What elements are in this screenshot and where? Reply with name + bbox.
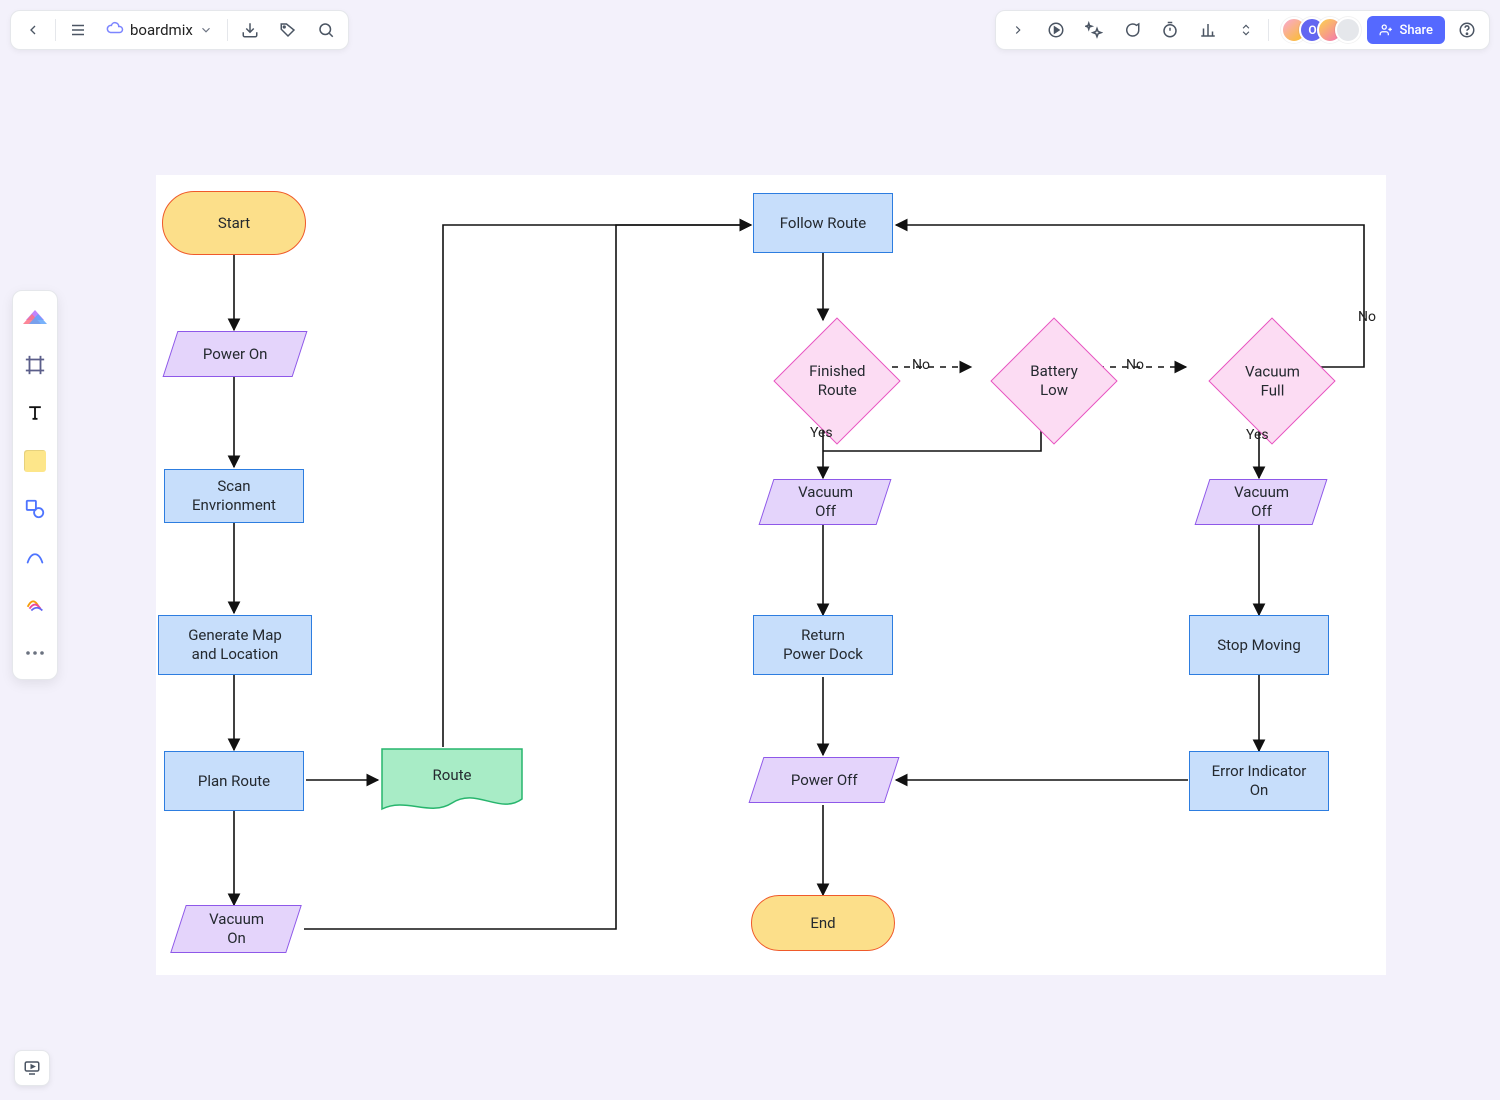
node-finished-route[interactable]: Finished Route [773, 317, 900, 444]
edge-label-no: No [912, 357, 930, 373]
expand-button[interactable] [1002, 14, 1034, 46]
node-vacuum-full[interactable]: Vacuum Full [1208, 317, 1335, 444]
node-start[interactable]: Start [162, 191, 306, 255]
node-vacuum-off-right[interactable]: Vacuum Off [1195, 479, 1328, 525]
node-power-off[interactable]: Power Off [749, 757, 900, 803]
node-label: Follow Route [780, 214, 866, 233]
presentation-button[interactable] [14, 1050, 50, 1086]
node-label: Return Power Dock [783, 626, 863, 664]
node-end[interactable]: End [751, 895, 895, 951]
node-label: Route [433, 766, 472, 785]
more-tools[interactable] [17, 635, 53, 671]
connector-tool[interactable] [17, 539, 53, 575]
divider [227, 19, 228, 41]
divider [55, 19, 56, 41]
timer-button[interactable] [1154, 14, 1186, 46]
share-label: Share [1399, 23, 1433, 38]
node-label: Power Off [791, 771, 858, 790]
document-title-text: boardmix [130, 21, 193, 39]
search-button[interactable] [310, 14, 342, 46]
comment-button[interactable] [1116, 14, 1148, 46]
node-battery-low[interactable]: Battery Low [990, 317, 1117, 444]
connectors [156, 175, 1386, 975]
node-stop-moving[interactable]: Stop Moving [1189, 615, 1329, 675]
node-error-indicator[interactable]: Error Indicator On [1189, 751, 1329, 811]
node-label: Vacuum Off [798, 483, 853, 521]
node-power-on[interactable]: Power On [163, 331, 308, 377]
mindmap-tool[interactable] [17, 587, 53, 623]
topbar-right: O Share [995, 10, 1490, 50]
node-vacuum-on[interactable]: Vacuum On [170, 905, 302, 953]
node-label: Vacuum Full [1245, 362, 1300, 400]
topbar-left: boardmix [10, 10, 349, 50]
node-label: Finished Route [809, 362, 865, 400]
node-generate-map[interactable]: Generate Map and Location [158, 615, 312, 675]
help-button[interactable] [1451, 14, 1483, 46]
document-title[interactable]: boardmix [100, 19, 221, 41]
node-label: Plan Route [198, 772, 270, 791]
node-label: Vacuum Off [1234, 483, 1289, 521]
download-button[interactable] [234, 14, 266, 46]
sparkle-button[interactable] [1078, 14, 1110, 46]
select-tool[interactable] [17, 299, 53, 335]
edge-label-no: No [1126, 357, 1144, 373]
node-route[interactable]: Route [380, 747, 524, 817]
play-button[interactable] [1040, 14, 1072, 46]
chevron-down-icon [199, 23, 213, 37]
node-label: Vacuum On [209, 910, 264, 948]
node-plan-route[interactable]: Plan Route [164, 751, 304, 811]
node-label: Stop Moving [1217, 636, 1301, 655]
node-label: Error Indicator On [1212, 762, 1307, 800]
chart-button[interactable] [1192, 14, 1224, 46]
more-button[interactable] [1230, 14, 1262, 46]
divider [1268, 19, 1269, 41]
edge-label-no: No [1358, 309, 1376, 325]
avatar[interactable] [1335, 17, 1361, 43]
back-button[interactable] [17, 14, 49, 46]
menu-button[interactable] [62, 14, 94, 46]
shape-tool[interactable] [17, 491, 53, 527]
node-label: Battery Low [1030, 362, 1078, 400]
node-label: Power On [203, 345, 268, 364]
node-label: End [810, 914, 835, 933]
node-return-dock[interactable]: Return Power Dock [753, 615, 893, 675]
node-label: Start [218, 214, 250, 233]
cloud-sync-icon [106, 19, 124, 41]
canvas[interactable]: Start Power On Scan Envrionment Generate… [156, 175, 1386, 975]
node-scan-env[interactable]: Scan Envrionment [164, 469, 304, 523]
edge-label-yes: Yes [1246, 427, 1269, 443]
text-tool[interactable] [17, 395, 53, 431]
node-label: Generate Map and Location [188, 626, 282, 664]
node-vacuum-off-left[interactable]: Vacuum Off [759, 479, 892, 525]
collaborator-avatars[interactable]: O [1275, 17, 1361, 43]
share-button[interactable]: Share [1367, 16, 1445, 44]
left-toolbar [12, 290, 58, 680]
node-label: Scan Envrionment [192, 477, 276, 515]
node-follow-route[interactable]: Follow Route [753, 193, 893, 253]
tag-button[interactable] [272, 14, 304, 46]
sticky-note-tool[interactable] [17, 443, 53, 479]
edge-label-yes: Yes [810, 425, 833, 441]
sticky-note-icon [24, 450, 46, 472]
frame-tool[interactable] [17, 347, 53, 383]
